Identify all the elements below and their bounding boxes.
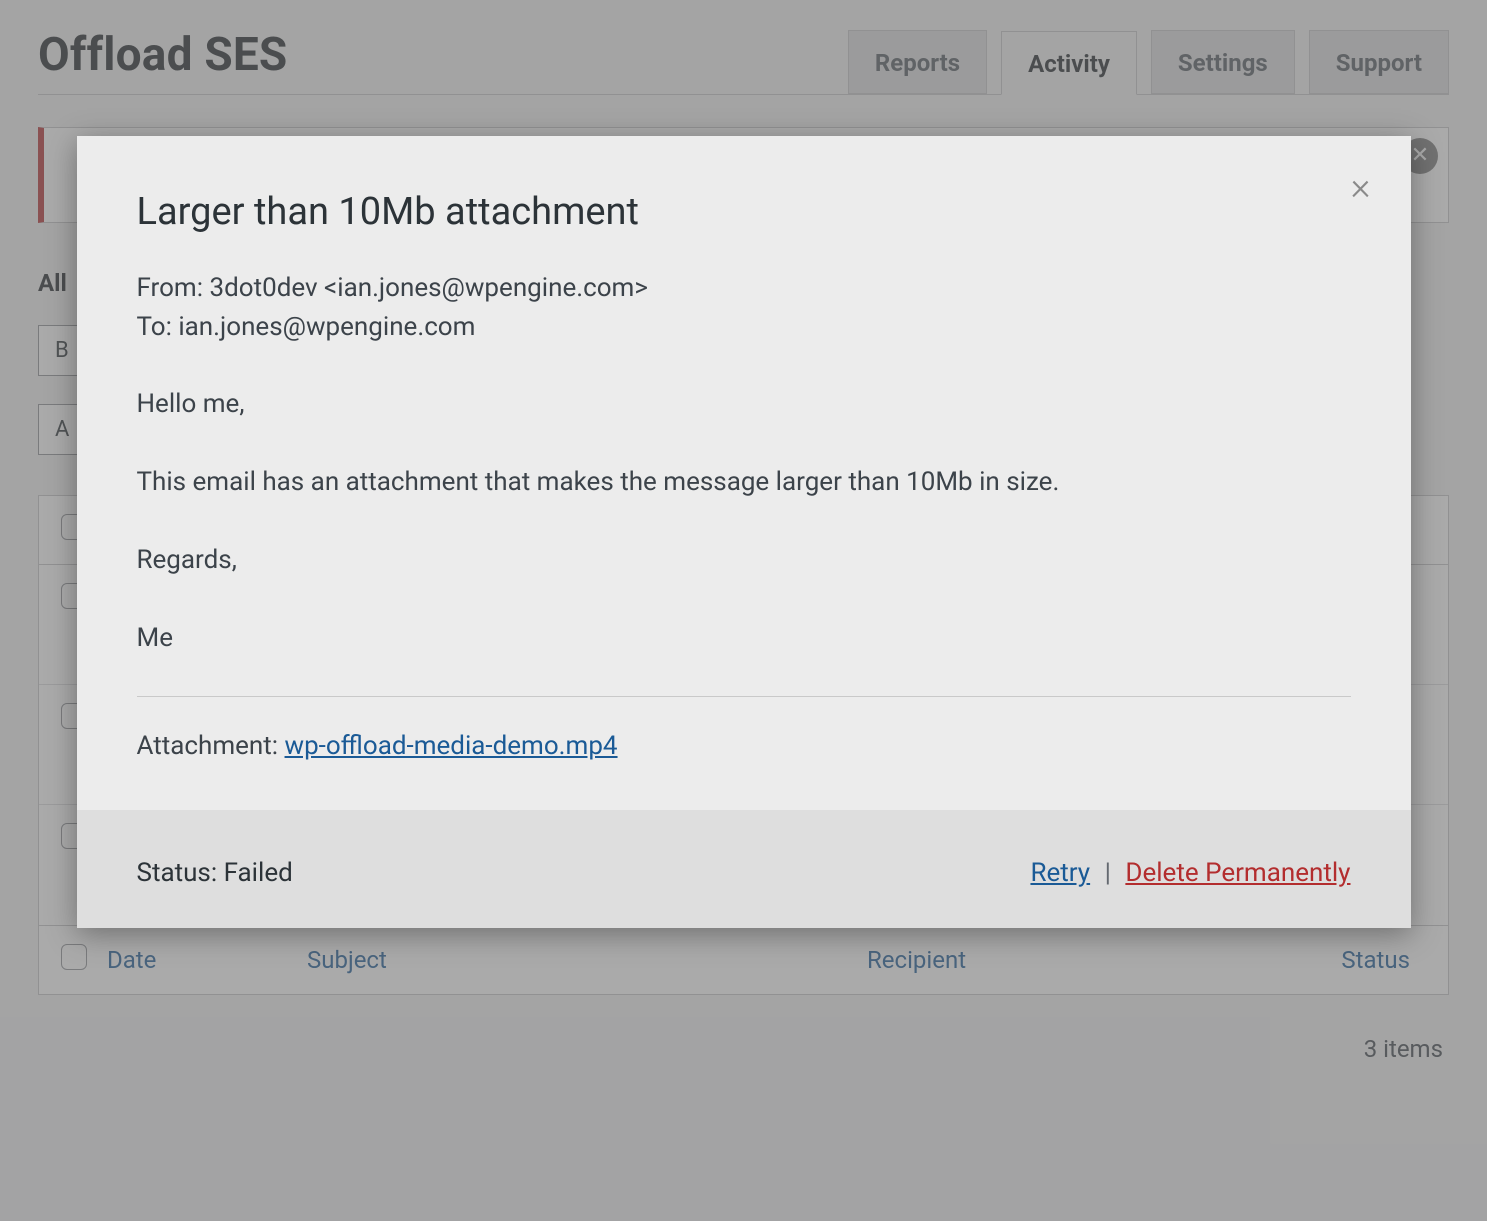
from-value: 3dot0dev <ian.jones@wpengine.com> [209, 273, 647, 303]
from-label: From: [137, 273, 204, 303]
email-status: Status: Failed [137, 858, 293, 888]
modal-footer: Status: Failed Retry | Delete Permanentl… [77, 810, 1411, 928]
retry-link[interactable]: Retry [1030, 858, 1090, 888]
attachment-link[interactable]: wp-offload-media-demo.mp4 [285, 731, 618, 761]
action-separator: | [1105, 858, 1111, 888]
to-label: To: [137, 312, 172, 342]
attachment-row: Attachment: wp-offload-media-demo.mp4 [137, 727, 1351, 766]
status-label: Status: [137, 858, 218, 888]
modal-body: Larger than 10Mb attachment From: 3dot0d… [77, 136, 1411, 810]
email-to: To: ian.jones@wpengine.com [137, 308, 1351, 347]
attachment-label: Attachment: [137, 731, 279, 761]
email-detail-modal: × Larger than 10Mb attachment From: 3dot… [77, 136, 1411, 928]
email-body: Hello me, This email has an attachment t… [137, 385, 1351, 658]
delete-permanently-link[interactable]: Delete Permanently [1125, 858, 1350, 888]
close-icon[interactable]: × [1351, 168, 1371, 206]
divider [137, 696, 1351, 697]
email-from: From: 3dot0dev <ian.jones@wpengine.com> [137, 269, 1351, 308]
email-actions: Retry | Delete Permanently [1030, 858, 1350, 888]
email-subject: Larger than 10Mb attachment [137, 184, 1351, 241]
modal-overlay[interactable]: × Larger than 10Mb attachment From: 3dot… [0, 0, 1487, 1221]
to-value: ian.jones@wpengine.com [178, 312, 475, 342]
status-value: Failed [224, 858, 293, 888]
